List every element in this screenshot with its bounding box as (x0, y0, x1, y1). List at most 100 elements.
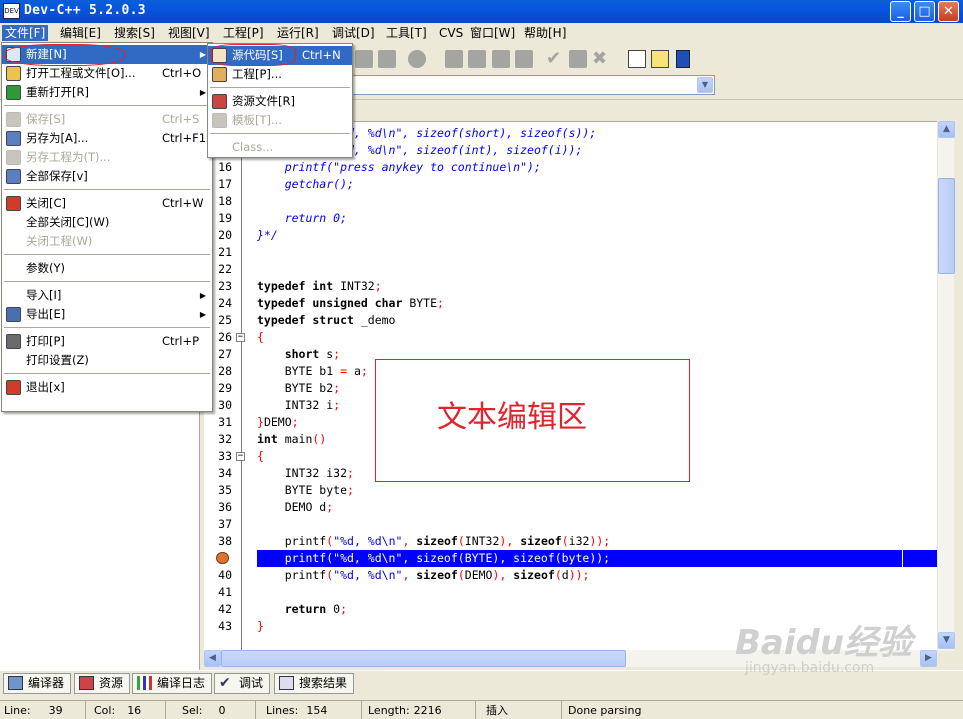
menu-debug[interactable]: 调试[D] (329, 25, 378, 41)
menu-item[interactable]: 重新打开[R] ▶ (2, 83, 212, 102)
code-text: typedef unsigned char BYTE; (257, 296, 444, 310)
toolbar-compile-icon[interactable] (445, 50, 463, 68)
code-text: BYTE b1 = a; (257, 364, 368, 378)
line-number: 32 (218, 432, 232, 446)
submenu-arrow-icon: ▶ (199, 291, 206, 300)
code-line[interactable]: 38 printf("%d, %d\n", sizeof(INT32), siz… (204, 533, 937, 550)
menu-item[interactable]: 另存为[A]... Ctrl+F12 (2, 129, 213, 148)
tab-resources[interactable]: 资源 (74, 673, 131, 694)
code-line[interactable]: printf("%d, %d\n", sizeof(BYTE), sizeof(… (204, 550, 937, 567)
code-line[interactable]: 23 typedef int INT32; (204, 278, 937, 295)
toolbar-unindent-icon[interactable] (378, 50, 396, 68)
scroll-down-icon[interactable]: ▼ (938, 632, 955, 649)
code-line[interactable]: 40 printf("%d, %d\n", sizeof(DEMO), size… (204, 567, 937, 584)
code-line[interactable]: 41 (204, 584, 937, 601)
fold-toggle-icon[interactable]: − (236, 452, 245, 461)
tab-compiler[interactable]: 编译器 (3, 673, 72, 694)
toolbar-bookmark-icon[interactable] (676, 50, 690, 68)
code-line[interactable]: 37 (204, 516, 937, 533)
tab-search-results-label: 搜索结果 (299, 676, 348, 690)
menu-window[interactable]: 窗口[W] (467, 25, 518, 41)
menu-item[interactable]: 参数(Y) (2, 259, 212, 278)
toolbar-rebuild-icon[interactable] (515, 50, 533, 68)
menu-edit[interactable]: 编辑[E] (57, 25, 104, 41)
scroll-left-icon[interactable]: ◀ (204, 650, 221, 667)
menu-item[interactable]: 资源文件[R] (208, 92, 352, 111)
fold-toggle-icon[interactable]: − (236, 333, 245, 342)
tab-debug[interactable]: ✔ 调试 (214, 673, 271, 694)
code-text: BYTE b2; (257, 381, 341, 395)
code-text: INT32 i32; (257, 466, 354, 480)
toolbar-toggle-comment-icon[interactable] (408, 50, 426, 68)
menu-item[interactable]: 打印[P] Ctrl+P (2, 332, 212, 351)
code-line[interactable]: 35 BYTE byte; (204, 482, 937, 499)
menu-view[interactable]: 视图[V] (165, 25, 213, 41)
vertical-scroll-thumb[interactable] (938, 178, 955, 274)
menu-item[interactable]: 导入[I] ▶ (2, 286, 212, 305)
watermark-brand: Baidu经验 (735, 623, 913, 663)
menu-file[interactable]: 文件[F] (2, 25, 49, 41)
menu-cvs[interactable]: CVS (436, 25, 466, 41)
code-line[interactable]: 25 typedef struct _demo (204, 312, 937, 329)
code-line[interactable]: 24 typedef unsigned char BYTE; (204, 295, 937, 312)
menu-item-label: 重新打开[R] (26, 85, 89, 99)
code-line[interactable]: 26−{ (204, 329, 937, 346)
menu-run[interactable]: 运行[R] (274, 25, 322, 41)
menu-item[interactable]: 打开工程或文件[O]... Ctrl+O (2, 64, 212, 83)
toolbar-compile-run-icon[interactable] (492, 50, 510, 68)
menu-item[interactable]: 退出[x] (2, 378, 212, 397)
menu-help[interactable]: 帮助[H] (521, 25, 569, 41)
tab-search-results[interactable]: 搜索结果 (274, 673, 355, 694)
new-menu-annotation-oval (5, 44, 125, 66)
menu-separator (4, 189, 210, 190)
menu-search[interactable]: 搜索[S] (111, 25, 158, 41)
toolbar-copy-icon[interactable] (628, 50, 646, 68)
code-text: }*/ (257, 228, 278, 242)
toolbar-goto-icon[interactable] (651, 50, 669, 68)
toolbar-check-icon[interactable]: ✔ (546, 50, 564, 68)
toolbar-indent-icon[interactable] (355, 50, 373, 68)
status-line: Line: 39 (0, 701, 86, 719)
menu-item[interactable]: 打印设置(Z) (2, 351, 212, 370)
code-line[interactable]: 21 (204, 244, 937, 261)
menu-item[interactable]: 工程[P]... (208, 65, 352, 84)
tab-compile-log[interactable]: 编译日志 (132, 673, 213, 694)
minimize-button[interactable]: _ (890, 1, 911, 22)
scroll-up-icon[interactable]: ▲ (938, 121, 955, 138)
code-text: { (257, 330, 264, 344)
function-list-combo[interactable]: ▼ (352, 75, 715, 95)
code-line[interactable]: 20}*/ (204, 227, 937, 244)
menu-project[interactable]: 工程[P] (220, 25, 267, 41)
scroll-right-icon[interactable]: ▶ (920, 650, 937, 667)
menu-item[interactable]: 导出[E] ▶ (2, 305, 212, 324)
menu-item[interactable]: 全部关闭[C](W) (2, 213, 212, 232)
code-line[interactable]: 18 (204, 193, 937, 210)
breakpoint-icon[interactable] (216, 552, 229, 564)
chevron-down-icon[interactable]: ▼ (697, 77, 713, 93)
resource-icon (212, 94, 227, 109)
code-text: printf("%d, %d\n", sizeof(INT32), sizeof… (257, 534, 611, 548)
code-line[interactable]: 16 printf("press anykey to continue\n"); (204, 159, 937, 176)
line-number: 36 (218, 500, 232, 514)
toolbar-debug-icon[interactable] (569, 50, 587, 68)
code-line[interactable]: 17 getchar(); (204, 176, 937, 193)
close-button[interactable]: ✕ (938, 1, 959, 22)
code-line[interactable]: 36 DEMO d; (204, 499, 937, 516)
code-text: DEMO d; (257, 500, 334, 514)
menu-item[interactable]: 关闭[C] Ctrl+W (2, 194, 212, 213)
open-icon (6, 66, 21, 81)
toolbar-run-icon[interactable] (468, 50, 486, 68)
menu-separator (4, 254, 210, 255)
menu-item[interactable]: 全部保存[v] (2, 167, 212, 186)
horizontal-scroll-thumb[interactable] (221, 650, 626, 667)
code-line[interactable]: 19 return 0; (204, 210, 937, 227)
menu-tools[interactable]: 工具[T] (383, 25, 430, 41)
menu-item: Class... (208, 138, 352, 157)
reopen-icon (6, 85, 21, 100)
vertical-scrollbar[interactable]: ▲ ▼ (937, 121, 955, 651)
status-bar: Line: 39 Col: 16 Sel: 0 Lines: 154 Length: 22… (0, 700, 963, 719)
code-line[interactable]: 22 (204, 261, 937, 278)
code-text: INT32 i; (257, 398, 341, 412)
toolbar-stop-icon[interactable]: ✖ (592, 50, 610, 68)
maximize-button[interactable]: □ (914, 1, 935, 22)
